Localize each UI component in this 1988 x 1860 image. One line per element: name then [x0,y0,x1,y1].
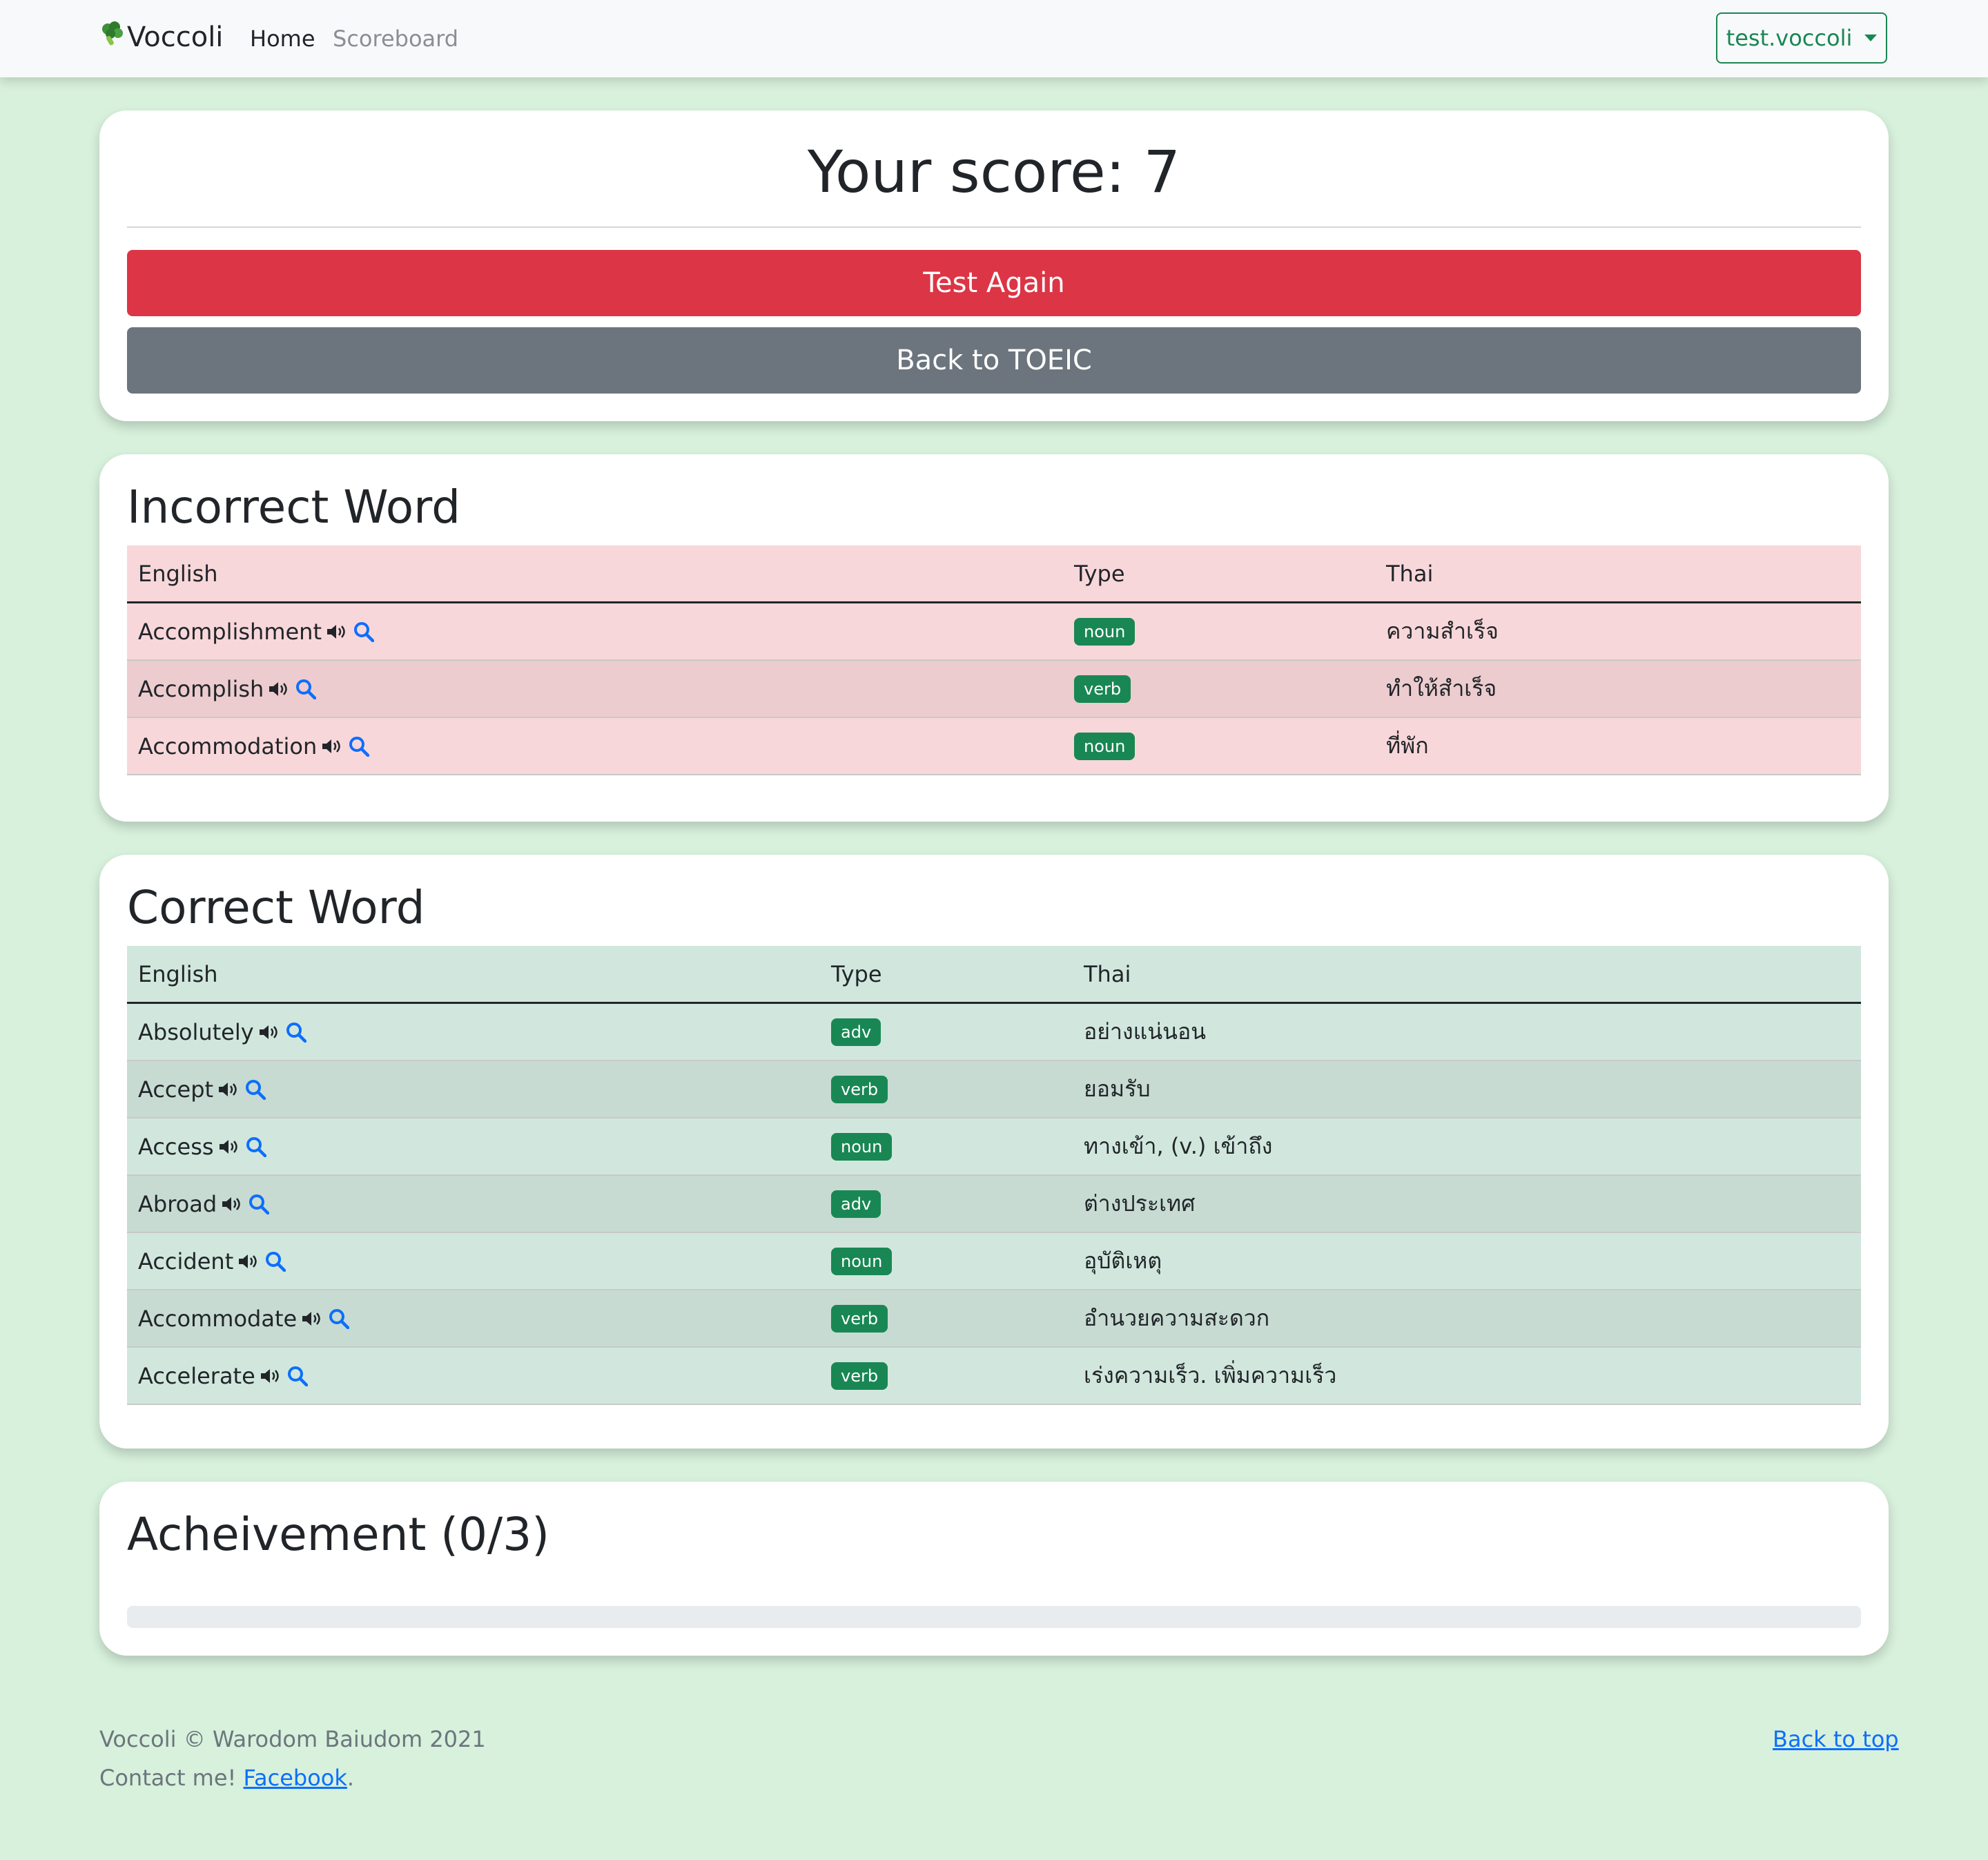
english-word: Accelerate [138,1362,255,1389]
broccoli-icon [99,21,126,53]
thai-meaning: ต่างประเทศ [1084,1190,1196,1217]
search-icon[interactable] [265,1250,287,1272]
speaker-icon[interactable] [218,1136,242,1157]
score-title: Your score: 7 [807,138,1181,206]
thai-meaning: อุบัติเหตุ [1084,1248,1162,1274]
type-badge: noun [831,1133,893,1161]
english-word: Accept [138,1076,214,1103]
search-icon[interactable] [245,1078,267,1101]
search-icon[interactable] [349,735,371,757]
correct-table: English Type Thai Absolutely adv อย่างแน… [127,946,1861,1405]
english-word: Accomplish [138,675,264,702]
table-row: Accommodate verb อำนวยความสะดวก [127,1290,1861,1347]
type-badge: noun [1074,733,1136,760]
speaker-icon[interactable] [260,1366,283,1386]
header-thai: Thai [1084,960,1131,987]
facebook-link[interactable]: Facebook [244,1765,347,1791]
user-dropdown-button[interactable]: test.voccoli [1716,12,1887,64]
nav-scoreboard[interactable]: Scoreboard [333,26,458,52]
search-icon[interactable] [286,1021,308,1043]
header-type: Type [831,960,882,987]
contact-suffix: . [347,1765,355,1791]
speaker-icon[interactable] [217,1079,241,1100]
header-english: English [138,560,218,587]
thai-meaning: อย่างแน่นอน [1084,1018,1207,1045]
back-to-toeic-button[interactable]: Back to TOEIC [127,327,1861,394]
search-icon[interactable] [246,1136,268,1158]
search-icon[interactable] [353,621,376,643]
english-word: Accomplishment [138,618,322,645]
type-badge: noun [1074,618,1136,646]
speaker-icon[interactable] [301,1308,324,1329]
type-badge: adv [831,1190,881,1218]
nav-home[interactable]: Home [250,26,315,52]
table-row: Accident noun อุบัติเหตุ [127,1232,1861,1290]
contact-prefix: Contact me! [99,1765,237,1791]
speaker-icon[interactable] [221,1194,244,1214]
table-row: Abroad adv ต่างประเทศ [127,1175,1861,1232]
test-again-button[interactable]: Test Again [127,250,1861,316]
speaker-icon[interactable] [237,1251,261,1272]
speaker-icon[interactable] [321,736,344,757]
table-row: Accept verb ยอมรับ [127,1060,1861,1118]
english-word: Absolutely [138,1018,254,1045]
english-word: Accommodate [138,1305,298,1332]
type-badge: verb [831,1362,888,1390]
table-row: Accommodation noun ที่พัก [127,717,1861,775]
footer-copyright: Voccoli © Warodom Baiudom 2021 [99,1726,486,1752]
type-badge: noun [831,1248,893,1275]
type-badge: adv [831,1018,881,1046]
english-word: Access [138,1133,214,1160]
table-row: Accomplishment noun ความสำเร็จ [127,602,1861,660]
speaker-icon[interactable] [326,621,349,642]
english-word: Accommodation [138,733,318,759]
page: Voccoli Home Scoreboard test.voccoli You… [0,0,1988,1860]
header-type: Type [1074,560,1125,587]
speaker-icon[interactable] [268,679,291,699]
search-icon[interactable] [329,1308,351,1330]
thai-meaning: เร่งความเร็ว. เพิ่มความเร็ว [1084,1362,1337,1388]
search-icon[interactable] [295,678,318,700]
incorrect-table: English Type Thai Accomplishment noun คว… [127,545,1861,775]
table-header-row: English Type Thai [127,545,1861,603]
table-row: Accomplish verb ทำให้สำเร็จ [127,660,1861,717]
type-badge: verb [831,1305,888,1333]
thai-meaning: ยอมรับ [1084,1076,1151,1102]
table-row: Accelerate verb เร่งความเร็ว. เพิ่มความเ… [127,1347,1861,1404]
thai-meaning: ทำให้สำเร็จ [1386,675,1497,701]
achievement-title: Acheivement (0/3) [127,1508,550,1561]
navbar: Voccoli Home Scoreboard test.voccoli [0,0,1988,77]
footer-contact: Contact me! Facebook. [99,1765,354,1791]
header-thai: Thai [1386,560,1434,587]
search-icon[interactable] [287,1365,309,1387]
brand-name: Voccoli [127,21,224,53]
english-word: Accident [138,1248,234,1275]
header-english: English [138,960,218,987]
table-row: Access noun ทางเข้า, (v.) เข้าถึง [127,1118,1861,1175]
type-badge: verb [831,1076,888,1103]
speaker-icon[interactable] [258,1022,282,1043]
type-badge: verb [1074,675,1131,703]
thai-meaning: อำนวยความสะดวก [1084,1305,1270,1331]
brand[interactable]: Voccoli [99,21,223,53]
user-name: test.voccoli [1726,25,1853,51]
achievement-progress-bar [127,1606,1861,1628]
correct-title: Correct Word [127,881,425,934]
thai-meaning: ที่พัก [1386,733,1429,759]
thai-meaning: ทางเข้า, (v.) เข้าถึง [1084,1133,1273,1159]
table-row: Absolutely adv อย่างแน่นอน [127,1002,1861,1060]
search-icon[interactable] [248,1193,271,1215]
incorrect-title: Incorrect Word [127,481,461,534]
divider [127,226,1861,228]
table-header-row: English Type Thai [127,946,1861,1003]
thai-meaning: ความสำเร็จ [1386,618,1499,644]
english-word: Abroad [138,1190,217,1217]
caret-down-icon [1864,35,1878,41]
back-to-top-link[interactable]: Back to top [1773,1726,1899,1752]
